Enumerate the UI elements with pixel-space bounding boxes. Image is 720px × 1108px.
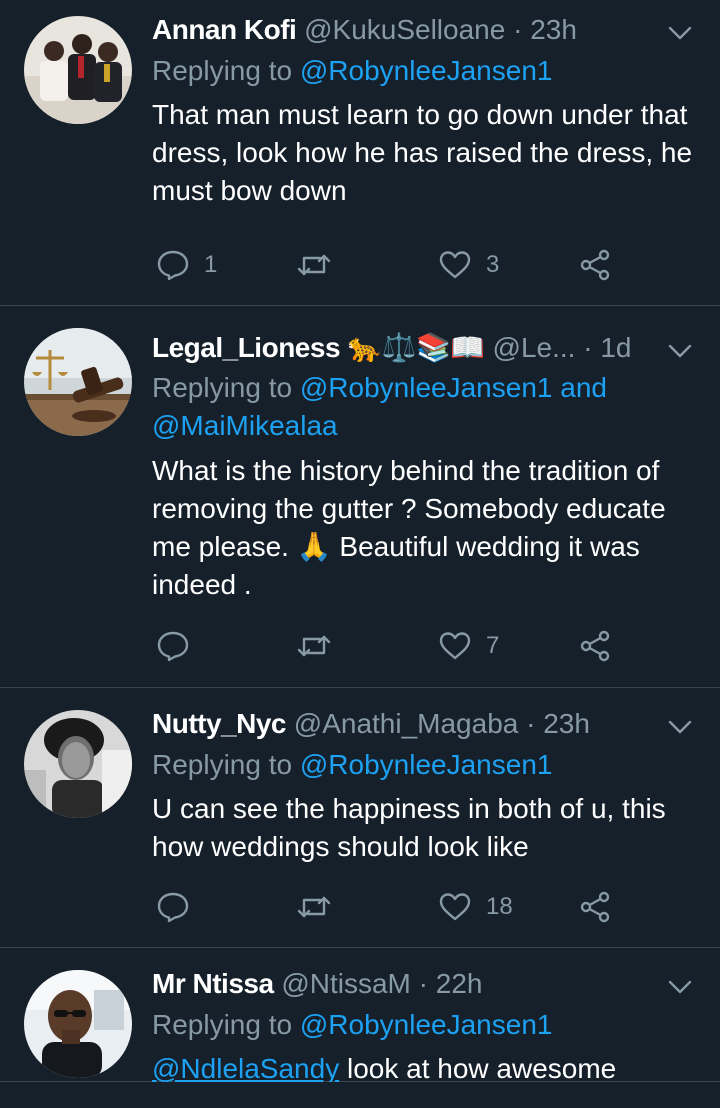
separator-dot: ·: [583, 332, 593, 363]
separator-dot: ·: [526, 708, 536, 739]
share-icon: [580, 630, 610, 662]
replying-joiner: and: [560, 372, 607, 403]
reply-bubble-icon: [157, 250, 189, 281]
avatar-photo-gavel-and-scales: [24, 328, 132, 436]
replying-prefix: Replying to: [152, 372, 293, 403]
tweet-header: Annan Kofi @KukuSelloane · 23h: [152, 12, 662, 48]
retweet-button[interactable]: [296, 245, 346, 285]
avatar[interactable]: [24, 970, 132, 1078]
user-handle[interactable]: @Anathi_Magaba: [294, 708, 519, 739]
retweet-button[interactable]: [296, 887, 346, 927]
tweet-1[interactable]: Annan Kofi @KukuSelloane · 23h Replying …: [0, 0, 720, 306]
avatar[interactable]: [24, 328, 132, 436]
reply-button[interactable]: [156, 626, 204, 666]
share-button[interactable]: [578, 626, 612, 666]
share-icon: [580, 891, 610, 923]
avatar-photo-woman-bw: [24, 710, 132, 818]
share-button[interactable]: [578, 887, 612, 927]
like-button[interactable]: 7: [438, 626, 499, 666]
action-bar: 1 3: [152, 245, 622, 285]
chevron-down-icon: [668, 26, 692, 40]
tweet-header: Nutty_Nyc @Anathi_Magaba · 23h: [152, 706, 662, 742]
replying-prefix: Replying to: [152, 749, 293, 780]
reply-button[interactable]: [156, 887, 204, 927]
avatar-photo-man-glasses: [24, 970, 132, 1078]
mention-link[interactable]: @RobynleeJansen1: [300, 749, 553, 780]
action-bar: 7: [152, 626, 622, 666]
display-name[interactable]: Nutty_Nyc: [152, 708, 286, 739]
retweet-icon: [297, 254, 331, 276]
separator-dot: ·: [513, 14, 523, 45]
tweet-text: @NdlelaSandy look at how awesome: [152, 1050, 702, 1082]
tweet-3[interactable]: Nutty_Nyc @Anathi_Magaba · 23h Replying …: [0, 688, 720, 948]
chevron-down-icon: [668, 720, 692, 734]
tweet-header: Mr Ntissa @NtissaM · 22h: [152, 966, 662, 1002]
share-button[interactable]: [578, 245, 612, 285]
chevron-down-icon: [668, 980, 692, 994]
avatar[interactable]: [24, 710, 132, 818]
tweet-text-content: look at how awesome: [339, 1053, 617, 1082]
heart-icon: [439, 632, 471, 660]
like-count: 18: [486, 893, 513, 920]
reply-button[interactable]: 1: [156, 245, 217, 285]
mention-link[interactable]: @RobynleeJansen1: [300, 1009, 553, 1040]
tweet-2[interactable]: Legal_Lioness 🐆⚖️📚📖 @Le... · 1d Replying…: [0, 306, 720, 688]
tweet-text: What is the history behind the tradition…: [152, 455, 666, 600]
display-name[interactable]: Mr Ntissa: [152, 968, 274, 999]
replying-to: Replying to @RobynleeJansen1: [152, 746, 692, 784]
user-handle[interactable]: @KukuSelloane: [304, 14, 505, 45]
reply-count: 1: [204, 251, 218, 278]
separator-dot: ·: [418, 968, 428, 999]
mention-link[interactable]: @MaiMikealaa: [152, 410, 338, 441]
retweet-icon: [297, 896, 331, 918]
reply-bubble-icon: [157, 892, 189, 923]
like-count: 7: [486, 632, 500, 659]
avatar-photo-group-of-men: [24, 16, 132, 124]
retweet-button[interactable]: [296, 626, 346, 666]
replying-to: Replying to @RobynleeJansen1: [152, 1006, 692, 1044]
tweet-header: Legal_Lioness 🐆⚖️📚📖 @Le... · 1d: [152, 330, 662, 366]
heart-icon: [439, 251, 471, 279]
user-handle[interactable]: @NtissaM: [281, 968, 411, 999]
replying-prefix: Replying to: [152, 55, 293, 86]
display-name[interactable]: Legal_Lioness 🐆⚖️📚📖: [152, 332, 485, 363]
like-button[interactable]: 3: [438, 245, 499, 285]
tweet-4[interactable]: Mr Ntissa @NtissaM · 22h Replying to @Ro…: [0, 948, 720, 1082]
tweet-text: That man must learn to go down under tha…: [152, 99, 693, 206]
replying-prefix: Replying to: [152, 1009, 293, 1040]
chevron-down-icon: [668, 344, 692, 358]
mention-link[interactable]: @RobynleeJansen1: [300, 372, 553, 403]
mention-link[interactable]: @RobynleeJansen1: [300, 55, 553, 86]
like-button[interactable]: 18: [438, 887, 513, 927]
more-options-button[interactable]: [666, 976, 694, 998]
timestamp[interactable]: 1d: [600, 332, 631, 363]
timestamp[interactable]: 23h: [530, 14, 577, 45]
more-options-button[interactable]: [666, 716, 694, 738]
share-icon: [580, 249, 610, 281]
more-options-button[interactable]: [666, 340, 694, 362]
tweet-text: U can see the happiness in both of u, th…: [152, 793, 666, 862]
display-name[interactable]: Annan Kofi: [152, 14, 297, 45]
timestamp[interactable]: 22h: [436, 968, 483, 999]
more-options-button[interactable]: [666, 22, 694, 44]
mention-link[interactable]: @NdlelaSandy: [152, 1053, 339, 1082]
replying-to: Replying to @RobynleeJansen1 and @MaiMik…: [152, 369, 692, 445]
reply-bubble-icon: [157, 631, 189, 662]
replying-to: Replying to @RobynleeJansen1: [152, 52, 692, 90]
retweet-icon: [297, 635, 331, 657]
user-handle[interactable]: @Le...: [493, 332, 576, 363]
avatar[interactable]: [24, 16, 132, 124]
action-bar: 18: [152, 887, 622, 927]
like-count: 3: [486, 251, 500, 278]
heart-icon: [439, 893, 471, 921]
timestamp[interactable]: 23h: [543, 708, 590, 739]
